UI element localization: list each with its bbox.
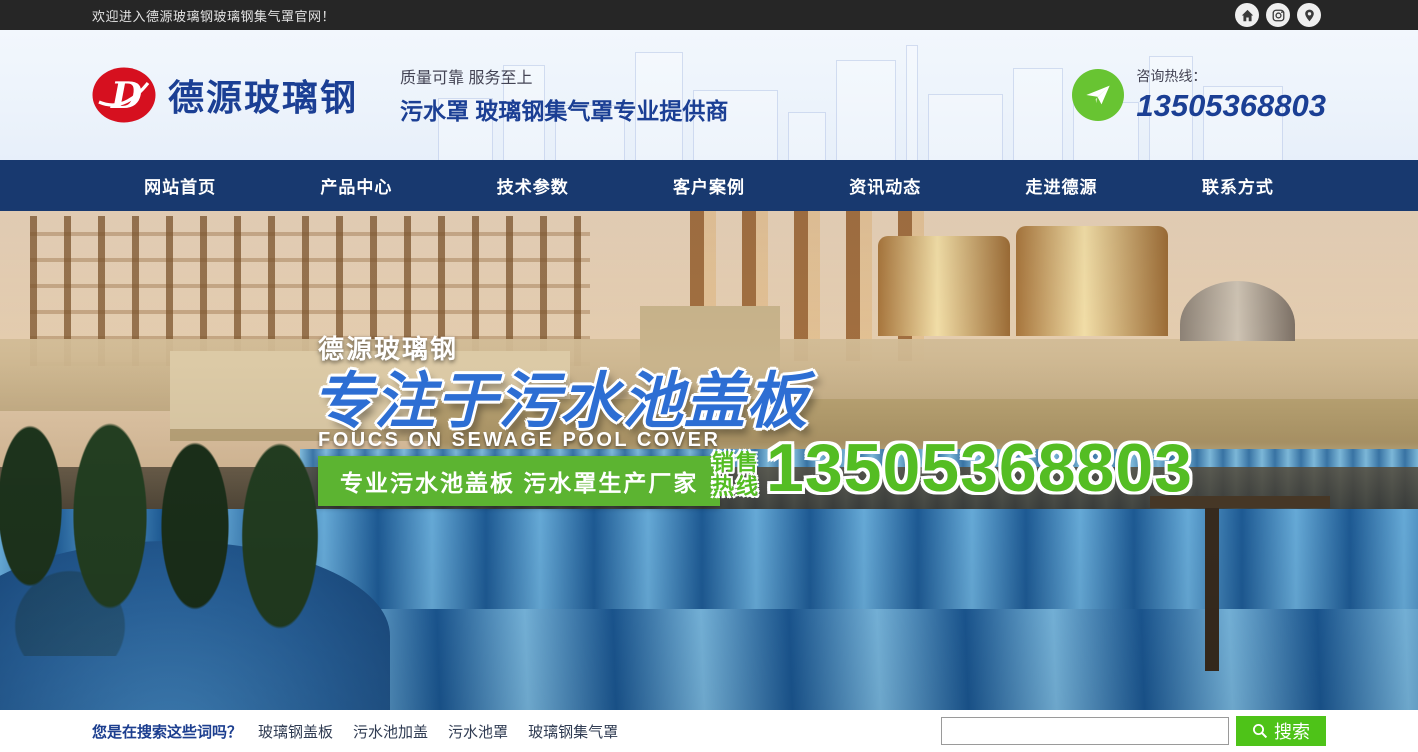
hotline-label: 咨询热线： (1136, 66, 1326, 86)
sales-label-line2: 热线 (712, 475, 760, 499)
header-hotline: 咨询热线： 13505368803 (1072, 66, 1326, 124)
search-input[interactable] (941, 717, 1229, 745)
banner-brand-text: 德源玻璃钢 (318, 329, 458, 366)
nav-item-home[interactable]: 网站首页 (92, 160, 268, 211)
nav-item-about[interactable]: 走进德源 (973, 160, 1149, 211)
welcome-text: 欢迎进入德源玻璃钢玻璃钢集气罩官网！ (92, 6, 335, 25)
instagram-icon (1272, 9, 1285, 22)
topbar: 欢迎进入德源玻璃钢玻璃钢集气罩官网！ (0, 0, 1418, 30)
blue-dome (0, 541, 390, 710)
keyword-link-2[interactable]: 污水池加盖 (353, 721, 428, 742)
hero-banner-image (0, 211, 1418, 710)
home-link[interactable] (1235, 3, 1259, 27)
site-header: D 德源玻璃钢 质量可靠 服务至上 污水罩 玻璃钢集气罩专业提供商 咨询热线： … (0, 30, 1418, 160)
banner-sales-label: 销售 热线 (712, 451, 760, 499)
main-nav: 网站首页 产品中心 技术参数 客户案例 资讯动态 走进德源 联系方式 (0, 160, 1418, 211)
storage-tank (878, 236, 1010, 336)
search-icon (1252, 723, 1268, 739)
storage-tank (1016, 226, 1168, 336)
search-button-label: 搜索 (1274, 718, 1310, 744)
post (1205, 501, 1219, 671)
social-links (1235, 3, 1321, 27)
pool-covers-far (300, 449, 1418, 513)
ground-band (0, 467, 1418, 511)
logo-text: 德源玻璃钢 (168, 69, 358, 121)
paper-plane-icon (1084, 81, 1112, 109)
building (170, 351, 570, 441)
sales-label-line1: 销售 (712, 451, 760, 475)
plane-circle (1072, 69, 1124, 121)
pool-covers-near (0, 609, 1418, 710)
nav-item-contact[interactable]: 联系方式 (1150, 160, 1326, 211)
brick-wall (430, 399, 1418, 471)
banner-sales-number: 13505368803 (766, 429, 1193, 507)
post (1150, 496, 1330, 508)
refinery-towers (30, 216, 590, 366)
banner-subheadline: FOUCS ON SEWAGE POOL COVER (318, 429, 720, 452)
nav-item-news[interactable]: 资讯动态 (797, 160, 973, 211)
buildings-band (0, 339, 1418, 411)
logo-icon: D (92, 67, 156, 123)
pool-covers-mid (0, 509, 1418, 617)
search-button[interactable]: 搜索 (1236, 716, 1326, 746)
refinery-column (690, 211, 950, 361)
nav-item-specs[interactable]: 技术参数 (445, 160, 621, 211)
location-link[interactable] (1297, 3, 1321, 27)
search-prompt: 您是在搜索这些词吗？ (92, 721, 242, 742)
logo[interactable]: D 德源玻璃钢 (92, 67, 358, 123)
search-box: 搜索 (941, 716, 1326, 746)
hero-banner[interactable]: 德源玻璃钢 专注于污水池盖板 FOUCS ON SEWAGE POOL COVE… (0, 211, 1418, 710)
instagram-link[interactable] (1266, 3, 1290, 27)
header-slogan: 质量可靠 服务至上 污水罩 玻璃钢集气罩专业提供商 (400, 64, 728, 126)
storage-tank (1180, 281, 1295, 341)
building (640, 306, 780, 441)
keyword-link-1[interactable]: 玻璃钢盖板 (258, 721, 333, 742)
banner-headline: 专注于污水池盖板 (312, 351, 808, 440)
banner-button: 专业污水池盖板 污水罩生产厂家 (318, 456, 720, 506)
home-icon (1241, 9, 1254, 22)
hotline-number: 13505368803 (1136, 88, 1326, 124)
keyword-link-3[interactable]: 污水池罩 (448, 721, 508, 742)
location-icon (1303, 9, 1316, 22)
slogan-small: 质量可靠 服务至上 (400, 64, 728, 88)
keyword-link-4[interactable]: 玻璃钢集气罩 (528, 721, 618, 742)
nav-item-cases[interactable]: 客户案例 (621, 160, 797, 211)
nav-item-products[interactable]: 产品中心 (268, 160, 444, 211)
trees (0, 326, 350, 656)
hot-keywords: 玻璃钢盖板 污水池加盖 污水池罩 玻璃钢集气罩 (258, 721, 618, 742)
slogan-big: 污水罩 玻璃钢集气罩专业提供商 (400, 92, 728, 126)
search-strip: 您是在搜索这些词吗？ 玻璃钢盖板 污水池加盖 污水池罩 玻璃钢集气罩 搜索 (0, 710, 1418, 752)
photo-shade (0, 211, 1418, 710)
